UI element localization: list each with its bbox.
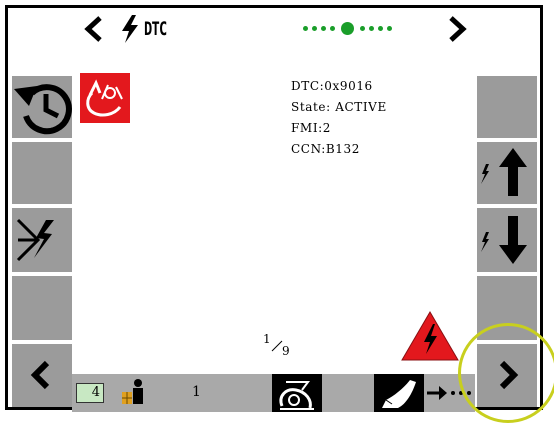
operator-icon: [122, 379, 143, 404]
chevron-right-icon: [449, 16, 467, 42]
header-next-button[interactable]: [443, 12, 471, 46]
softkey-left-2[interactable]: [12, 142, 72, 204]
seat-belt-icon: [279, 381, 314, 410]
arrow-connector-icon: [427, 386, 471, 400]
dtc-ccn-label: CCN:: [291, 142, 326, 156]
operator-count: 1: [192, 384, 201, 400]
dtc-source-icon: [80, 73, 130, 123]
page-dot-active: [341, 22, 354, 35]
chevron-right-icon: [499, 360, 519, 390]
chevron-left-icon: [84, 16, 102, 42]
dtc-ccn-row: CCN:B132: [291, 142, 360, 156]
header-title: DTC: [119, 14, 175, 44]
prev-page-button[interactable]: [12, 344, 72, 407]
softkey-left-4[interactable]: [12, 276, 72, 340]
gear-indicator-icon: 4: [76, 383, 104, 403]
softkey-right-1[interactable]: [477, 76, 537, 138]
page-dot: [387, 26, 392, 31]
history-button[interactable]: [12, 76, 72, 138]
dtc-code-value: 0x9016: [324, 79, 373, 93]
scroll-down-button[interactable]: [477, 208, 537, 272]
dtc-fmi-label: FMI:: [291, 121, 323, 135]
scroll-up-button[interactable]: [477, 142, 537, 204]
next-page-button[interactable]: [477, 344, 537, 407]
lightning-icon: [122, 15, 138, 43]
page-dot: [330, 26, 335, 31]
page-total: 9: [282, 344, 290, 358]
page-indicator: [303, 22, 392, 35]
dtc-state-label: State:: [291, 100, 331, 114]
softkey-right-4[interactable]: [477, 276, 537, 340]
bucket-icon: [382, 380, 416, 408]
gear-value: 4: [91, 385, 100, 400]
bucket-indicator: [374, 374, 424, 412]
high-voltage-warning-icon: [400, 310, 460, 366]
dtc-code-row: DTC:0x9016: [291, 79, 373, 93]
dtc-code-label: DTC:: [291, 79, 325, 93]
seat-belt-indicator: [272, 374, 322, 412]
dtc-fmi-value: 2: [322, 121, 332, 135]
dtc-state-value: ACTIVE: [335, 100, 387, 114]
dtc-fmi-row: FMI:2: [291, 121, 331, 135]
clear-fault-icon: [16, 218, 54, 262]
page-dot: [312, 26, 317, 31]
page-dot: [303, 26, 308, 31]
page-dot: [369, 26, 374, 31]
dtc-state-row: State: ACTIVE: [291, 100, 387, 114]
page-dot: [321, 26, 326, 31]
scroll-up-icon: [481, 148, 527, 196]
dtc-ccn-value: B132: [325, 142, 361, 156]
scroll-down-icon: [481, 216, 527, 264]
header-prev-button[interactable]: [80, 12, 108, 46]
clear-fault-button[interactable]: [12, 208, 72, 272]
page-title: DTC: [144, 18, 167, 40]
page-dot: [378, 26, 383, 31]
chevron-left-icon: [30, 360, 50, 390]
history-icon: [14, 84, 72, 135]
page-dot: [360, 26, 365, 31]
